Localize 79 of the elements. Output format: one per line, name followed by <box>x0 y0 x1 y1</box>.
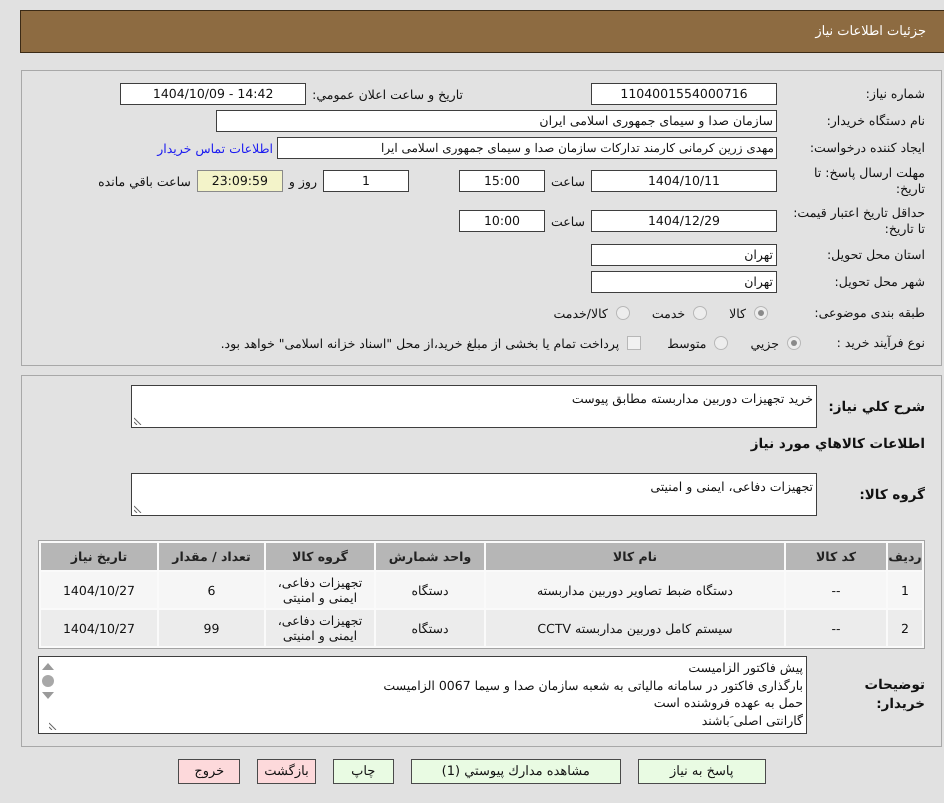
radio-button[interactable] <box>693 306 708 320</box>
table-cell: سیستم کامل دوربین مداربسته CCTV <box>486 610 784 646</box>
time-label: ساعت <box>550 174 585 188</box>
requester-label: ایجاد کننده درخواست: <box>808 140 925 156</box>
goods-group-field[interactable]: تجهیزات دفاعی، ایمنی و امنیتی <box>131 473 817 516</box>
column-header: تعداد / مقدار <box>159 543 264 570</box>
scroll-up-icon[interactable] <box>42 663 54 670</box>
table-cell: 1 <box>888 572 922 608</box>
treasury-payment-label: پرداخت تمام یا بخشی از مبلغ خرید،از محل "اسناد خزانه اسلامی" خواهد بود. <box>220 336 620 350</box>
price-validity-label: حداقل تاریخ اعتبار قیمت: تا تاریخ: <box>792 205 925 237</box>
table-cell: تجهیزات دفاعی، ایمنی و امنیتی <box>266 572 374 608</box>
radio-button[interactable] <box>714 336 728 350</box>
time-label: ساعت <box>550 214 585 228</box>
column-header: تاریخ نیاز <box>41 543 157 570</box>
radio-button[interactable] <box>616 306 630 320</box>
table-cell: دستگاه <box>376 572 484 608</box>
table-cell: 2 <box>888 610 922 646</box>
column-header: واحد شمارش <box>376 543 484 570</box>
radio-button[interactable] <box>787 336 801 350</box>
table-cell: -- <box>786 572 886 608</box>
remaining-label: ساعت باقي مانده <box>98 174 191 188</box>
scroll-thumb-icon[interactable] <box>42 675 54 687</box>
page-title: جزئیات اطلاعات نیاز <box>815 24 926 39</box>
province-label: استان محل تحویل: <box>826 247 925 263</box>
resize-grip-icon[interactable] <box>134 505 142 513</box>
province-field[interactable]: تهران <box>591 244 777 266</box>
action-button[interactable]: مشاهده مدارك پیوستي (1) <box>410 759 621 784</box>
requester-field[interactable]: مهدی زرین کرمانی کارمند تدارکات سازمان صدا و سیمای جمهوری اسلامی ایرا <box>277 137 777 159</box>
reply-time-field[interactable]: 15:00 <box>458 170 545 192</box>
table-cell: تجهیزات دفاعی، ایمنی و امنیتی <box>266 610 374 646</box>
column-header: ردیف <box>888 543 922 570</box>
validity-date-field[interactable]: 1404/12/29 <box>591 210 777 232</box>
need-number-field[interactable]: 1104001554000716 <box>591 83 777 105</box>
checkbox[interactable] <box>627 336 642 350</box>
scroll-down-icon[interactable] <box>42 692 54 699</box>
days-field[interactable]: 1 <box>322 170 409 192</box>
description-label: شرح کلي نیاز: <box>827 398 925 414</box>
table-cell: 1404/10/27 <box>41 610 157 646</box>
category-label: طبقه بندی موضوعی: <box>813 305 925 321</box>
process-label: نوع فرآیند خرید : <box>836 335 925 351</box>
remaining-time-field[interactable]: 23:09:59 <box>196 170 283 192</box>
action-button[interactable]: بازگشت <box>257 759 316 784</box>
reply-deadline-label: مهلت ارسال پاسخ: تا تاریخ: <box>813 165 925 197</box>
action-button[interactable]: چاپ <box>332 759 394 784</box>
table-cell: دستگاه ضبط تصاویر دوربین مداربسته <box>486 572 784 608</box>
buyer-org-field[interactable]: سازمان صدا و سیمای جمهوری اسلامی ایران <box>216 110 777 132</box>
action-button[interactable]: پاسخ به نیاز <box>638 759 766 784</box>
validity-time-field[interactable]: 10:00 <box>458 210 545 232</box>
column-header: نام کالا <box>486 543 784 570</box>
buyer-notes-field[interactable]: پیش فاکتور الزامیست بارگذاری فاکتور در سامانه مالیاتی به شعبه سازمان صدا و سیما 0067 الزامیست حمل به عهده فروشنده است گارانتی اصلی َباشند <box>38 656 807 734</box>
goods-section-title: اطلاعات کالاهاي مورد نیاز <box>749 435 925 454</box>
table-cell: 1404/10/27 <box>41 572 157 608</box>
column-header: کد کالا <box>786 543 886 570</box>
goods-group-label: گروه کالا: <box>858 486 925 502</box>
radio-label: کالا/خدمت <box>553 306 608 320</box>
column-header: گروه کالا <box>266 543 374 570</box>
buyer-notes-label: توضیحات خریدار: <box>865 676 925 714</box>
city-label: شهر محل تحویل: <box>834 274 925 290</box>
resize-grip-icon[interactable] <box>49 722 57 730</box>
buyer-contact-link[interactable]: اطلاعات تماس خریدار <box>157 140 273 156</box>
radio-button[interactable] <box>754 306 768 320</box>
buyer-org-label: نام دستگاه خریدار: <box>826 113 925 129</box>
need-number-label: شماره نیاز: <box>864 86 925 102</box>
table-cell: -- <box>786 610 886 646</box>
action-button[interactable]: خروج <box>178 759 240 784</box>
table-cell: 6 <box>159 572 264 608</box>
announce-time-label: تاريخ و ساعت اعلان عمومي: <box>312 86 463 102</box>
table-cell: 99 <box>159 610 264 646</box>
city-field[interactable]: تهران <box>591 271 777 293</box>
description-field[interactable]: خرید تجهیزات دوربین مداربسته مطابق پیوست <box>131 385 817 428</box>
reply-date-field[interactable]: 1404/10/11 <box>591 170 777 192</box>
resize-grip-icon[interactable] <box>134 417 142 425</box>
radio-label: جزيي <box>750 336 779 350</box>
table-cell: دستگاه <box>376 610 484 646</box>
radio-label: کالا <box>729 306 746 320</box>
radio-label: خدمت <box>652 306 686 320</box>
radio-label: متوسط <box>667 336 706 350</box>
days-label: روز و <box>288 174 317 188</box>
announce-time-field[interactable]: 1404/10/09 - 14:42 <box>120 83 306 105</box>
